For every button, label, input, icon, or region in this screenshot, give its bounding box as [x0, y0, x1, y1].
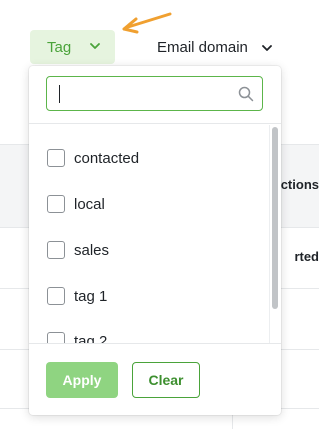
table-header-actions: ctions [280, 177, 319, 192]
arrow-annotation-icon [122, 12, 172, 34]
options-scrollbar[interactable] [269, 125, 281, 343]
tag-option-tag-1[interactable]: tag 1 [47, 284, 107, 308]
chevron-down-icon [90, 43, 100, 49]
email-domain-filter-label: Email domain [157, 38, 248, 56]
table-cell-status: rted [294, 249, 319, 264]
tag-option-label: tag 2 [74, 332, 108, 344]
tag-filter-label: Tag [47, 38, 72, 56]
tag-option-label: sales [74, 241, 110, 259]
dropdown-footer-divider [29, 343, 281, 344]
tag-option-label: local [74, 195, 105, 213]
checkbox[interactable] [47, 332, 65, 343]
checkbox[interactable] [47, 195, 65, 213]
tag-search-box[interactable] [46, 76, 263, 111]
text-cursor [59, 85, 60, 103]
apply-button[interactable]: Apply [46, 362, 118, 398]
checkbox[interactable] [47, 149, 65, 167]
checkbox[interactable] [47, 241, 65, 259]
clear-button[interactable]: Clear [132, 362, 200, 398]
tag-option-sales[interactable]: sales [47, 238, 109, 262]
chevron-down-icon [261, 45, 272, 51]
tag-option-tag-2[interactable]: tag 2 [47, 329, 107, 343]
dropdown-divider [29, 123, 281, 124]
tag-search-input[interactable] [59, 77, 229, 110]
checkbox[interactable] [47, 287, 65, 305]
tag-option-local[interactable]: local [47, 192, 105, 216]
tag-filter-dropdown: contacted local sales tag 1 tag 2 Apply … [29, 66, 281, 415]
tag-options-list: contacted local sales tag 1 tag 2 [29, 125, 269, 343]
tag-option-label: tag 1 [74, 287, 108, 305]
tag-option-label: contacted [74, 149, 140, 167]
search-icon [238, 86, 254, 102]
tag-option-contacted[interactable]: contacted [47, 146, 139, 170]
scrollbar-thumb[interactable] [272, 127, 278, 309]
email-domain-filter-button[interactable]: Email domain [157, 33, 272, 61]
tag-filter-button[interactable]: Tag [30, 30, 115, 64]
